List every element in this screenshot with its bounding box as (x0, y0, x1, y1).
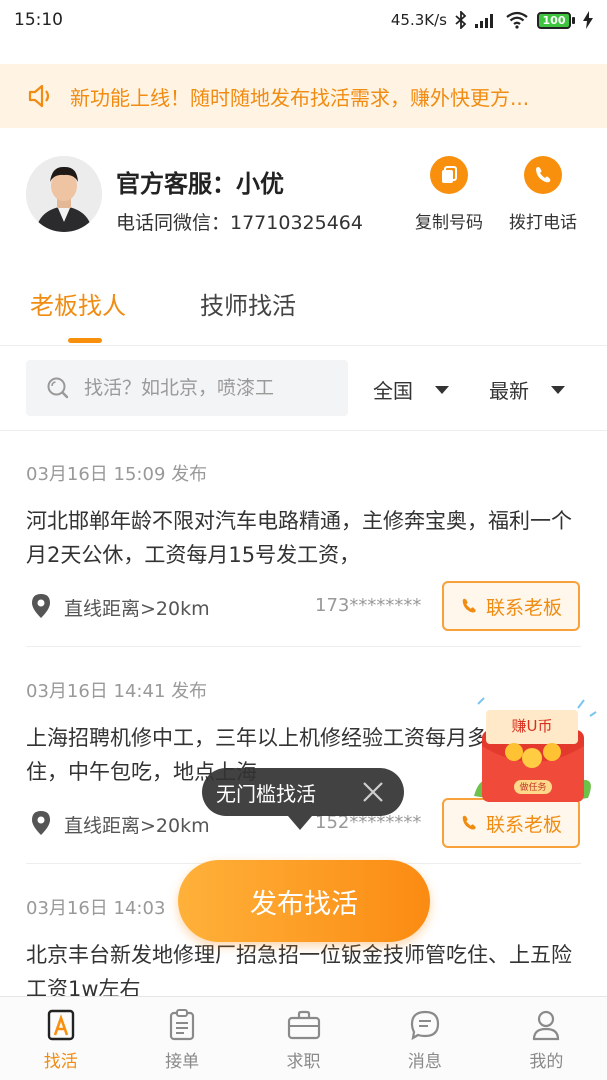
region-value: 全国 (373, 379, 413, 403)
wifi-icon (506, 11, 528, 29)
contact-boss-button[interactable]: 联系老板 (442, 581, 580, 631)
message-icon (410, 1010, 440, 1041)
location-pin-icon (32, 594, 50, 618)
notice-text: 新功能上线！随时随地发布找活需求，赚外快更方... (70, 85, 530, 110)
phone-icon (462, 815, 476, 830)
divider (26, 646, 581, 647)
job-distance: 直线距离>20km (64, 815, 210, 837)
tooltip-text: 无门槛找活 (216, 781, 316, 806)
active-tab-indicator (68, 338, 102, 343)
search-box[interactable] (26, 360, 348, 416)
call-button[interactable]: 拨打电话 (498, 156, 588, 233)
call-label: 拨打电话 (509, 213, 577, 233)
tab-boss-find-worker[interactable]: 老板找人 (30, 286, 126, 321)
region-dropdown[interactable]: 全国 (373, 375, 449, 404)
customer-service-card: 官方客服：小优 电话同微信：17710325464 复制号码 拨打电话 (0, 128, 607, 252)
find-work-icon (47, 1009, 74, 1041)
job-distance: 直线距离>20km (64, 598, 210, 620)
job-meta: 直线距离>20km 173******** 联系老板 (26, 581, 581, 631)
briefcase-icon (287, 1010, 320, 1040)
nav-item-orders[interactable]: 接单 (121, 997, 242, 1080)
copy-number-label: 复制号码 (415, 213, 483, 233)
nav-label: 我的 (529, 1052, 564, 1072)
status-icons: 45.3K/s 100 (391, 11, 593, 29)
job-card[interactable]: 03月16日 15:09 发布 河北邯郸年龄不限对汽车电路精通，主修奔宝奥，福利… (26, 460, 581, 572)
speaker-icon (28, 84, 50, 108)
location-pin-icon (32, 811, 50, 835)
copy-icon (430, 156, 468, 194)
bottom-nav: 找活 接单 求职 消息 我的 (0, 996, 607, 1080)
nav-label: 求职 (286, 1052, 321, 1072)
tab-tech-find-work[interactable]: 技师找活 (200, 286, 296, 321)
bluetooth-icon (455, 11, 467, 29)
battery-level: 100 (537, 11, 571, 29)
search-input[interactable] (84, 377, 324, 399)
earn-coins-widget[interactable]: 做任务 赚U币 (470, 688, 600, 812)
nav-item-find-work[interactable]: 找活 (0, 997, 121, 1080)
service-phone: 电话同微信：17710325464 (116, 212, 363, 234)
search-row: 全国 最新 (0, 347, 607, 431)
publish-find-work-button[interactable]: 发布找活 (178, 860, 430, 942)
contact-boss-label: 联系老板 (485, 596, 562, 619)
status-time: 15:10 (14, 10, 63, 30)
nav-item-messages[interactable]: 消息 (364, 997, 485, 1080)
search-icon (47, 377, 69, 399)
svg-text:赚U币: 赚U币 (512, 717, 553, 735)
svg-text:做任务: 做任务 (519, 781, 546, 793)
chevron-down-icon (435, 385, 449, 394)
job-description: 河北邯郸年龄不限对汽车电路精通，主修奔宝奥，福利一个月2天公休，工资每月15号发… (26, 509, 572, 567)
order-icon (170, 1009, 195, 1041)
avatar (26, 156, 102, 232)
chevron-down-icon (551, 385, 565, 394)
battery-icon: 100 (537, 11, 575, 29)
phone-icon (462, 598, 476, 613)
sort-dropdown[interactable]: 最新 (489, 375, 565, 404)
close-icon[interactable] (360, 779, 386, 805)
job-phone-masked: 173******** (315, 595, 422, 616)
job-time: 03月16日 15:09 发布 (26, 464, 208, 485)
tab-bar: 老板找人 技师找活 (0, 270, 607, 346)
nav-label: 接单 (165, 1052, 200, 1072)
nav-item-jobs[interactable]: 求职 (243, 997, 364, 1080)
sort-value: 最新 (489, 379, 529, 403)
net-speed: 45.3K/s (390, 11, 447, 29)
nav-label: 找活 (43, 1052, 78, 1072)
notice-banner[interactable]: 新功能上线！随时随地发布找活需求，赚外快更方... (0, 64, 607, 128)
tooltip-no-threshold: 无门槛找活 (202, 768, 404, 816)
signal-icon (475, 14, 493, 28)
copy-number-button[interactable]: 复制号码 (404, 156, 494, 233)
phone-icon (524, 156, 562, 194)
status-bar: 15:10 45.3K/s 100 (0, 0, 607, 40)
profile-icon (533, 1010, 560, 1041)
nav-item-profile[interactable]: 我的 (486, 997, 607, 1080)
service-name: 官方客服：小优 (116, 170, 284, 198)
contact-boss-label: 联系老板 (485, 813, 562, 836)
nav-label: 消息 (407, 1052, 442, 1072)
tooltip-arrow (288, 816, 312, 830)
charging-icon (583, 11, 593, 29)
red-envelope-icon: 做任务 赚U币 (474, 697, 597, 802)
